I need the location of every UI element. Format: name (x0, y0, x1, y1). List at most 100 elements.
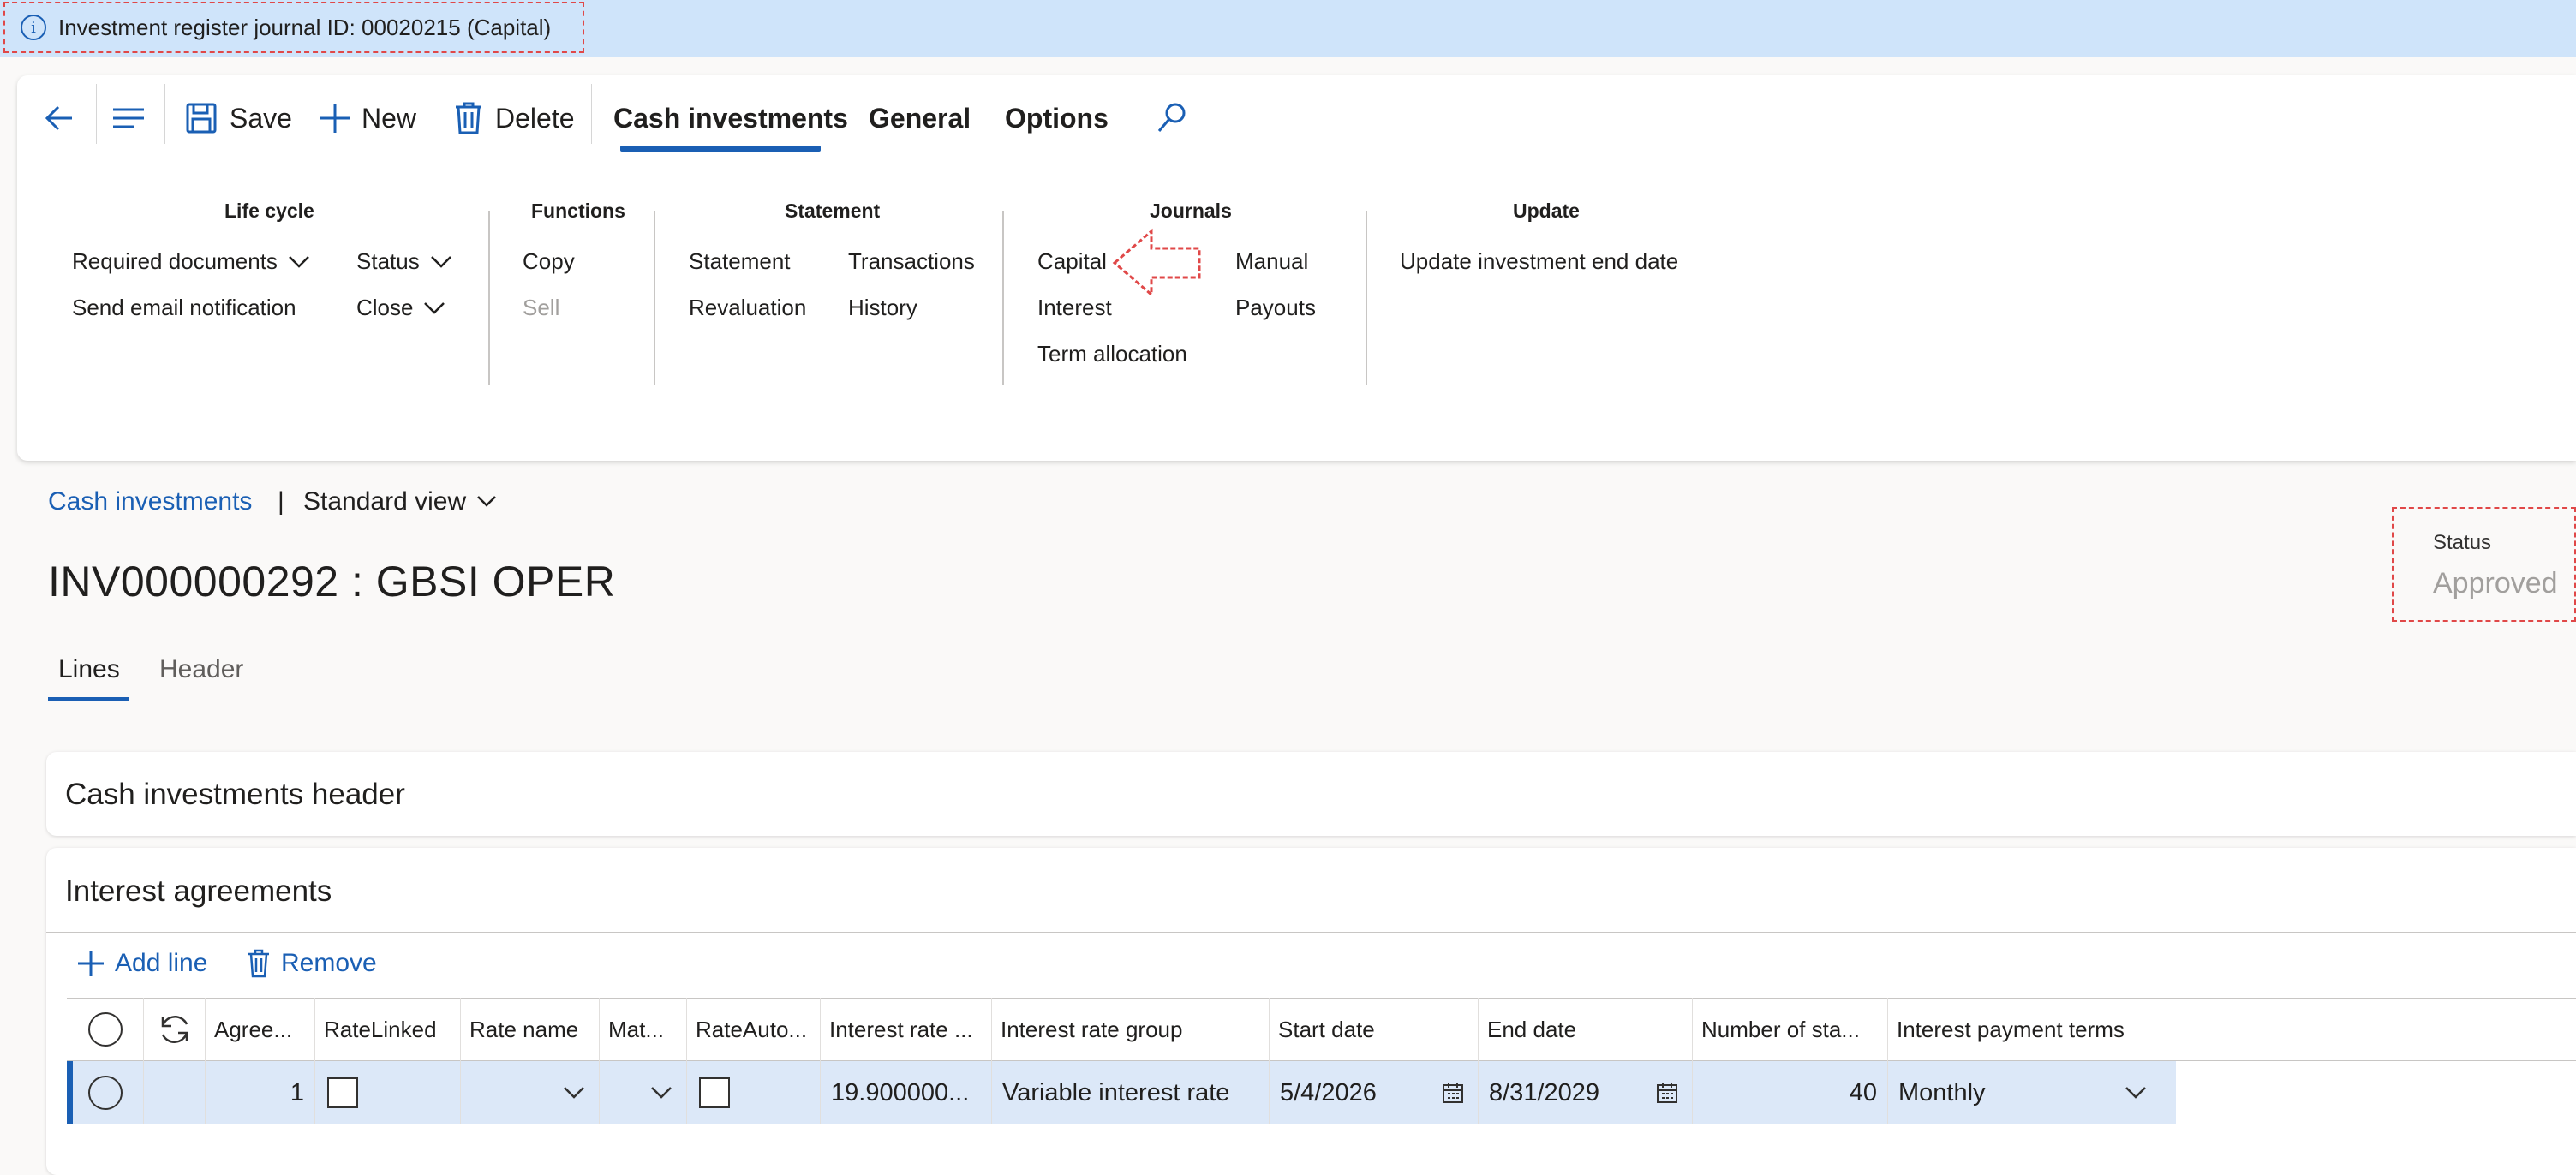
interest-rate-group-cell[interactable]: Variable interest rate (992, 1061, 1270, 1124)
delete-button[interactable]: Delete (454, 92, 575, 144)
row-select-cell[interactable] (67, 1061, 144, 1124)
tab-cash-investments[interactable]: Cash investments (613, 92, 848, 144)
term-allocation-label: Term allocation (1037, 341, 1187, 367)
tab-lines[interactable]: Lines (58, 655, 120, 684)
statement-label: Statement (689, 248, 791, 274)
view-selector[interactable]: Standard view (303, 487, 497, 516)
history-label: History (848, 295, 917, 320)
chevron-down-icon (430, 255, 451, 268)
column-header-end-date[interactable]: End date (1479, 998, 1693, 1061)
chevron-down-icon (564, 1087, 584, 1099)
status-label: Status (2433, 531, 2492, 554)
chevron-down-icon (477, 496, 496, 507)
row-select-radio[interactable] (87, 1076, 123, 1110)
update-investment-end-date-button[interactable]: Update investment end date (1400, 248, 1678, 275)
rate-name-cell[interactable] (461, 1061, 600, 1124)
column-header-interest-rate[interactable]: Interest rate ... (821, 998, 992, 1061)
history-button[interactable]: History (848, 295, 917, 321)
select-all-column[interactable] (67, 998, 144, 1061)
column-header-interest-payment-terms[interactable]: Interest payment terms (1888, 998, 2176, 1061)
tab-options[interactable]: Options (1005, 92, 1109, 144)
add-line-button[interactable]: Add line (77, 949, 207, 978)
new-label: New (362, 102, 417, 134)
new-button[interactable]: New (319, 92, 416, 144)
plus-icon (78, 951, 104, 976)
search-button[interactable] (1155, 92, 1189, 144)
column-header-agreement[interactable]: Agree... (206, 998, 315, 1061)
back-arrow-icon (45, 105, 72, 131)
sell-label: Sell (523, 295, 560, 320)
rate-auto-cell[interactable] (687, 1061, 821, 1124)
interest-rate-cell[interactable]: 19.900000... (821, 1061, 992, 1124)
start-date-cell[interactable]: 5/4/2026 (1270, 1061, 1479, 1124)
tab-label: General (869, 102, 971, 134)
status-menu-label: Status (356, 248, 420, 274)
capital-journal-button[interactable]: Capital (1037, 248, 1107, 275)
manual-journal-button[interactable]: Manual (1235, 248, 1308, 275)
chevron-down-icon (2125, 1087, 2146, 1099)
status-value: Approved (2433, 567, 2558, 599)
remove-button[interactable]: Remove (247, 949, 377, 978)
trash-icon (248, 949, 269, 978)
separator (164, 84, 165, 144)
column-header-rate-linked[interactable]: RateLinked (315, 998, 461, 1061)
interest-label: Interest (1037, 295, 1112, 320)
column-header-number-of-statements[interactable]: Number of sta... (1693, 998, 1888, 1061)
tab-label: Options (1005, 102, 1109, 134)
save-icon (186, 103, 217, 134)
end-date-cell[interactable]: 8/31/2029 (1479, 1061, 1693, 1124)
back-button[interactable] (41, 92, 77, 144)
tab-general[interactable]: General (869, 92, 971, 144)
refresh-icon (161, 1016, 188, 1043)
save-button[interactable]: Save (185, 92, 292, 144)
payouts-journal-button[interactable]: Payouts (1235, 295, 1316, 321)
end-date-value: 8/31/2029 (1489, 1078, 1600, 1106)
term-allocation-button[interactable]: Term allocation (1037, 341, 1187, 367)
statement-button[interactable]: Statement (689, 248, 791, 275)
cash-investments-header-section[interactable] (46, 752, 2576, 836)
mat-cell[interactable] (600, 1061, 687, 1124)
send-email-notification[interactable]: Send email notification (72, 295, 296, 321)
revaluation-label: Revaluation (689, 295, 807, 320)
menu-button[interactable] (110, 92, 147, 144)
breadcrumb-link[interactable]: Cash investments (48, 487, 252, 516)
copy-button[interactable]: Copy (523, 248, 575, 275)
rate-linked-cell[interactable] (315, 1061, 461, 1124)
rate-linked-checkbox[interactable] (327, 1077, 358, 1108)
refresh-column[interactable] (144, 998, 206, 1061)
view-selector-label: Standard view (303, 487, 467, 516)
section-title: Cash investments header (65, 778, 405, 811)
calendar-icon[interactable] (1656, 1082, 1678, 1104)
group-title-statement: Statement (785, 200, 881, 222)
interest-payment-terms-cell[interactable]: Monthly (1888, 1061, 2176, 1124)
close-dropdown[interactable]: Close (356, 295, 445, 321)
column-header-interest-rate-group[interactable]: Interest rate group (992, 998, 1270, 1061)
group-separator (488, 211, 490, 385)
column-header-rate-auto[interactable]: RateAuto... (687, 998, 821, 1061)
column-header-rate-name[interactable]: Rate name (461, 998, 600, 1061)
breadcrumb-separator: | (278, 487, 284, 516)
sell-button: Sell (523, 295, 559, 321)
column-header-start-date[interactable]: Start date (1270, 998, 1479, 1061)
agreement-cell[interactable]: 1 (206, 1061, 315, 1124)
section-title: Interest agreements (65, 874, 332, 908)
status-dropdown[interactable]: Status (356, 248, 452, 275)
required-documents-dropdown[interactable]: Required documents (72, 248, 310, 275)
column-header-mat[interactable]: Mat... (600, 998, 687, 1061)
active-tab-indicator (48, 697, 129, 701)
remove-label: Remove (281, 949, 377, 977)
number-of-statements-cell[interactable]: 40 (1693, 1061, 1888, 1124)
interest-payment-terms-value: Monthly (1898, 1078, 1986, 1106)
capital-label: Capital (1037, 248, 1107, 274)
rate-auto-checkbox[interactable] (699, 1077, 730, 1108)
tab-label: Cash investments (613, 102, 848, 134)
copy-label: Copy (523, 248, 575, 274)
select-all-radio[interactable] (87, 1012, 123, 1047)
revaluation-button[interactable]: Revaluation (689, 295, 806, 321)
row-spacer-cell (144, 1061, 206, 1124)
tab-header[interactable]: Header (159, 655, 243, 684)
transactions-button[interactable]: Transactions (848, 248, 975, 275)
plus-icon (320, 104, 350, 133)
calendar-icon[interactable] (1442, 1082, 1464, 1104)
interest-journal-button[interactable]: Interest (1037, 295, 1112, 321)
